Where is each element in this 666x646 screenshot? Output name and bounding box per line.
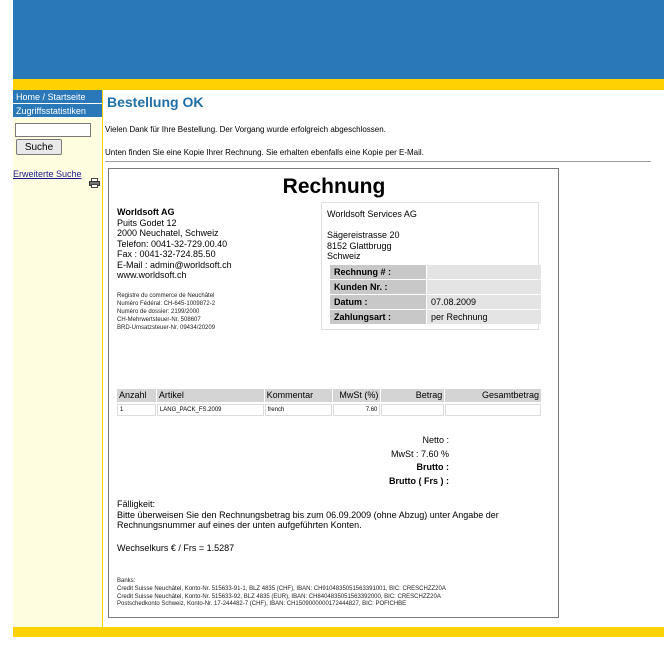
legal-info: Registre du commerce de Neuchâtel Numéro… [117,292,215,332]
exchange-rate: Wechselkurs € / Frs = 1.5287 [117,543,235,553]
meta-row: Zahlungsart : per Rechnung [330,310,541,324]
totals-block: Netto : MwSt : 7.60 % Brutto : Brutto ( … [349,434,449,488]
legal-line: CH-Mehrwertsteuer-Nr. 508607 [117,317,201,323]
items-header: Anzahl Artikel Kommentar MwSt (%) Betrag… [117,389,542,402]
item-quantity: 1 [117,404,156,416]
bank-line: Credit Suisse Neuchâtel, Konto-Nr. 51563… [117,585,446,592]
nav-statistics[interactable]: Zugriffsstatistiken [13,104,102,118]
customer-number-label: Kunden Nr. : [330,280,426,294]
search-input[interactable] [15,123,91,137]
payment-method-value: per Rechnung [427,310,541,324]
item-article: LANG_PACK_FS.2009 [156,404,264,416]
print-icon[interactable] [89,178,100,188]
header-banner [13,0,664,79]
bank-details: Banks: Credit Suisse Neuchâtel, Konto-Nr… [117,578,446,609]
sender-street: Puits Godet 12 [117,217,177,228]
left-margin [0,90,13,627]
recipient-street: Sägereistrasse 20 [327,230,400,240]
recipient-address: Worldsoft Services AG Sägereistrasse 20 … [327,209,417,262]
meta-row: Datum : 07.08.2009 [330,295,541,309]
bank-line: Credit Suisse Neuchâtel, Konto-Nr. 51563… [117,593,441,600]
customer-number-value [427,280,541,294]
footer-stripe [13,627,664,637]
col-article: Artikel [156,389,264,402]
sender-email: E-Mail : admin@worldsoft.ch [117,259,232,270]
recipient-city: 8152 Glattbrugg [327,240,392,251]
legal-line: Numéro de dossier: 2199/2000 [117,309,200,315]
sidebar: Home / Startseite Zugriffsstatistiken Su… [13,90,103,627]
col-comment: Kommentar [264,389,333,402]
col-vat: MwSt (%) [333,389,381,402]
due-label: Fälligkeit: [117,499,156,509]
invoice-meta-table: Rechnung # : Kunden Nr. : Datum : 07.08.… [329,264,542,325]
sender-address: Worldsoft AG Puits Godet 12 2000 Neuchat… [117,207,232,281]
gross-label: Brutto : [416,462,450,472]
col-amount: Betrag [381,389,445,402]
date-value: 07.08.2009 [427,295,541,309]
sender-name: Worldsoft AG [117,207,175,217]
page-title: Bestellung OK [107,94,204,110]
item-vat: 7.60 [333,404,381,416]
legal-line: Numéro Fédéral: CH-645-1009872-2 [117,301,216,307]
main-content: Bestellung OK Vielen Dank für Ihre Beste… [104,90,664,627]
recipient-name: Worldsoft Services AG [327,209,417,219]
meta-row: Kunden Nr. : [330,280,541,294]
divider [105,161,651,162]
legal-line: BRD-Umsatzsteuer-Nr. 09434/20209 [117,325,216,331]
success-message: Vielen Dank für Ihre Bestellung. Der Vor… [105,125,386,134]
sender-city: 2000 Neuchatel, Schweiz [117,228,219,238]
legal-line: Registre du commerce de Neuchâtel [117,293,215,299]
sender-fax: Fax : 0041-32-724.85.50 [117,249,216,259]
invoice-number-value [427,265,541,279]
date-label: Datum : [330,295,426,309]
banks-label: Banks: [117,578,136,584]
copy-notice: Unten finden Sie eine Kopie Ihrer Rechnu… [105,148,424,157]
col-total: Gesamtbetrag [445,389,541,402]
payment-terms: Fälligkeit: Bitte überweisen Sie den Rec… [117,499,517,531]
item-total [445,404,541,416]
sender-phone: Telefon: 0041-32-729.00.40 [117,238,228,249]
meta-row: Rechnung # : [330,265,541,279]
recipient-country: Schweiz [327,251,361,261]
item-comment: french [264,404,333,416]
gross-frs-label: Brutto ( Frs ) : [389,475,449,486]
invoice-number-label: Rechnung # : [330,265,426,279]
payment-method-label: Zahlungsart : [330,310,426,324]
item-amount [381,404,445,416]
net-label: Netto : [422,435,449,445]
invoice-title: Rechnung [282,175,386,198]
due-text: Bitte überweisen Sie den Rechnungsbetrag… [117,509,499,531]
col-quantity: Anzahl [117,389,156,402]
header-stripe [13,79,664,90]
nav-home[interactable]: Home / Startseite [13,90,102,104]
advanced-search-link[interactable]: Erweiterte Suche [13,169,82,179]
invoice-panel: Rechnung Worldsoft AG Puits Godet 12 200… [108,168,559,618]
search-button[interactable]: Suche [16,139,62,155]
sender-web: www.worldsoft.ch [117,270,187,280]
bank-line: Postschedkonto Schweiz, Konto-Nr. 17-244… [117,601,407,608]
vat-label: MwSt : 7.60 % [390,448,449,459]
table-row: 1 LANG_PACK_FS.2009 french 7.60 [117,404,542,416]
